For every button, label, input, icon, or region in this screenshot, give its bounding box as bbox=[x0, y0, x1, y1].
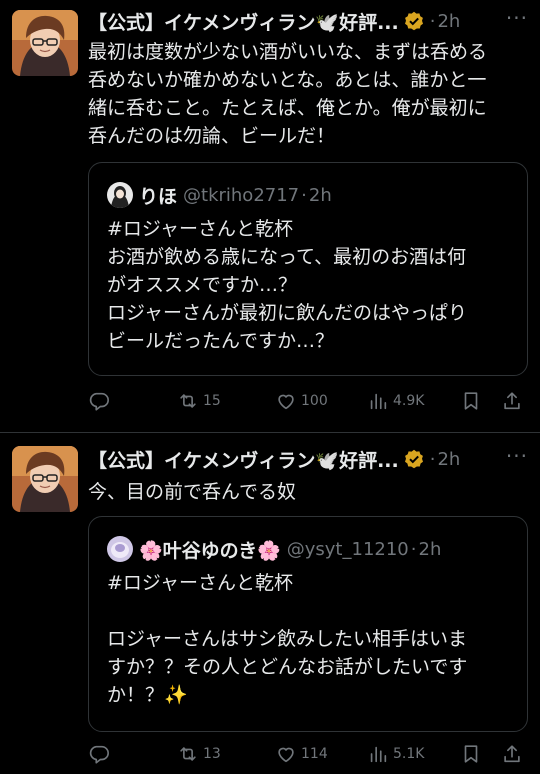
more-icon[interactable]: ··· bbox=[506, 8, 528, 28]
retweet-icon bbox=[180, 394, 196, 408]
views-button[interactable]: 4.9K bbox=[367, 390, 424, 412]
bookmark-icon bbox=[464, 392, 478, 410]
quote-handle: @tkriho2717 bbox=[183, 184, 300, 206]
quoted-tweet[interactable]: 🌸叶谷ゆのき🌸 @ysyt_11210 · 2h #ロジャーさんと乾杯 ロジャー… bbox=[88, 516, 528, 732]
quote-text: #ロジャーさんと乾杯 お酒が飲める歳になって、最初のお酒は何 がオススメですか…… bbox=[107, 218, 468, 352]
reply-icon bbox=[89, 745, 109, 764]
share-icon bbox=[504, 392, 520, 410]
tweet-text: 最初は度数が少ない酒がいいな、まずは呑める 呑めないか確かめないとな。あとは、誰… bbox=[88, 41, 488, 147]
tweet-time[interactable]: 2h bbox=[437, 11, 460, 32]
quote-header: 🌸叶谷ゆのき🌸 @ysyt_11210 · 2h bbox=[107, 535, 517, 563]
quote-header: りほ @tkriho2717 · 2h bbox=[107, 181, 517, 209]
bookmark-icon bbox=[464, 745, 478, 763]
action-bar: 15 100 4.9K bbox=[88, 388, 528, 414]
quote-author-name: 🌸叶谷ゆのき🌸 bbox=[139, 539, 281, 562]
tweet-header: 【公式】イケメンヴィラン🕊️好評... · 2h ··· bbox=[88, 446, 528, 472]
dot-separator: · bbox=[429, 10, 436, 32]
like-icon bbox=[278, 394, 294, 410]
verified-badge-icon bbox=[404, 11, 423, 31]
retweet-icon bbox=[180, 747, 196, 761]
action-bar: 13 114 5.1K bbox=[88, 741, 528, 767]
avatar[interactable] bbox=[12, 10, 78, 76]
tweet[interactable]: 【公式】イケメンヴィラン🕊️好評... · 2h ··· 今、目の前で呑んでる奴… bbox=[0, 434, 540, 774]
reply-button[interactable] bbox=[88, 743, 110, 765]
quote-time: 2h bbox=[308, 184, 332, 206]
like-count: 114 bbox=[301, 746, 328, 762]
views-count: 5.1K bbox=[393, 746, 425, 762]
tweet-time[interactable]: 2h bbox=[437, 449, 460, 470]
views-icon bbox=[370, 746, 387, 763]
like-button[interactable]: 100 bbox=[275, 390, 328, 412]
views-icon bbox=[370, 393, 387, 410]
retweet-button[interactable]: 13 bbox=[177, 743, 221, 765]
quote-avatar bbox=[107, 182, 133, 208]
bookmark-button[interactable] bbox=[460, 390, 482, 412]
dot-separator: · bbox=[410, 538, 417, 560]
author-name[interactable]: 【公式】イケメンヴィラン🕊️好評... bbox=[88, 8, 399, 35]
retweet-count: 15 bbox=[203, 393, 221, 409]
quote-author-name: りほ bbox=[139, 185, 178, 208]
more-icon[interactable]: ··· bbox=[506, 446, 528, 466]
bookmark-button[interactable] bbox=[460, 743, 482, 765]
dot-separator: · bbox=[429, 448, 436, 470]
like-button[interactable]: 114 bbox=[275, 743, 328, 765]
quoted-tweet[interactable]: りほ @tkriho2717 · 2h #ロジャーさんと乾杯 お酒が飲める歳にな… bbox=[88, 162, 528, 376]
views-button[interactable]: 5.1K bbox=[367, 743, 424, 765]
tweet-divider bbox=[0, 432, 540, 433]
share-button[interactable] bbox=[501, 390, 523, 412]
retweet-button[interactable]: 15 bbox=[177, 390, 221, 412]
share-icon bbox=[504, 745, 520, 763]
like-icon bbox=[278, 747, 294, 763]
quote-time: 2h bbox=[418, 538, 442, 560]
share-button[interactable] bbox=[501, 743, 523, 765]
dot-separator: · bbox=[301, 184, 307, 206]
quote-text: #ロジャーさんと乾杯 ロジャーさんはサシ飲みしたい相手はいま すか？？その人とど… bbox=[107, 572, 468, 706]
verified-badge-icon bbox=[404, 449, 423, 469]
quote-handle: @ysyt_11210 bbox=[286, 538, 409, 560]
retweet-count: 13 bbox=[203, 746, 221, 762]
avatar[interactable] bbox=[12, 446, 78, 512]
reply-button[interactable] bbox=[88, 390, 110, 412]
tweet[interactable]: 【公式】イケメンヴィラン🕊️好評... · 2h ··· 最初は度数が少ない酒が… bbox=[0, 0, 540, 433]
quote-avatar bbox=[107, 536, 133, 562]
tweet-text: 今、目の前で呑んでる奴 bbox=[88, 481, 297, 503]
views-count: 4.9K bbox=[393, 393, 425, 409]
reply-icon bbox=[89, 392, 109, 411]
author-name[interactable]: 【公式】イケメンヴィラン🕊️好評... bbox=[88, 446, 399, 473]
like-count: 100 bbox=[301, 393, 328, 409]
tweet-header: 【公式】イケメンヴィラン🕊️好評... · 2h ··· bbox=[88, 8, 528, 34]
